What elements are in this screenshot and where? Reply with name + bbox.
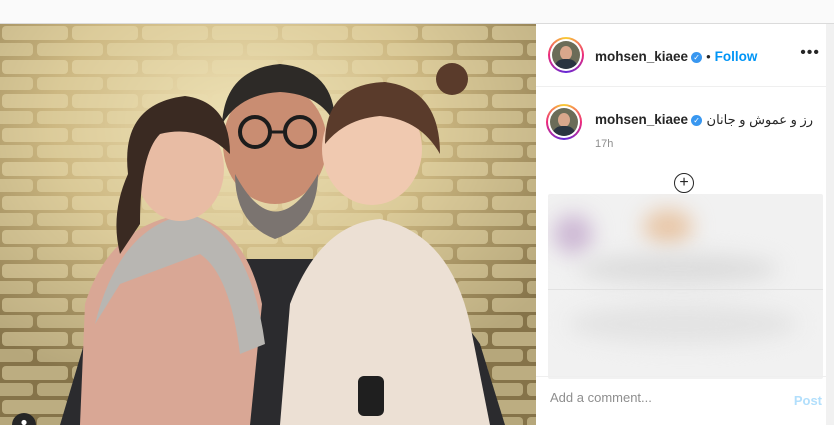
author-username[interactable]: mohsen_kiaee [595, 49, 688, 64]
post-photo[interactable] [0, 24, 536, 425]
author-avatar[interactable] [548, 37, 584, 73]
post-comment-button[interactable]: Post [794, 393, 822, 408]
blurred-comments-area [548, 194, 823, 379]
more-options-icon[interactable]: ••• [800, 44, 820, 62]
post-header: mohsen_kiaee ✓ • Follow ••• [536, 24, 834, 87]
verified-badge-icon: ✓ [691, 52, 703, 63]
caption-row: mohsen_kiaee ✓ رز و عموش و جانان [595, 111, 813, 129]
caption-username[interactable]: mohsen_kiaee [595, 112, 688, 127]
post-side-panel: mohsen_kiaee ✓ • Follow ••• mohsen_kiaee ✓ ر… [536, 24, 834, 425]
add-circle-icon[interactable]: + [674, 173, 694, 193]
comment-box: Post [536, 376, 834, 426]
photo-illustration [0, 24, 536, 425]
post-timestamp[interactable]: 17h [595, 138, 613, 150]
verified-badge-icon: ✓ [691, 115, 703, 126]
caption-avatar[interactable] [546, 104, 582, 140]
caption-text: رز و عموش و جانان [706, 112, 814, 127]
follow-button[interactable]: Follow [715, 49, 758, 64]
top-bar [0, 0, 834, 24]
scrollbar[interactable] [826, 24, 834, 425]
comment-input[interactable] [548, 389, 782, 406]
separator-dot: • [706, 49, 711, 64]
